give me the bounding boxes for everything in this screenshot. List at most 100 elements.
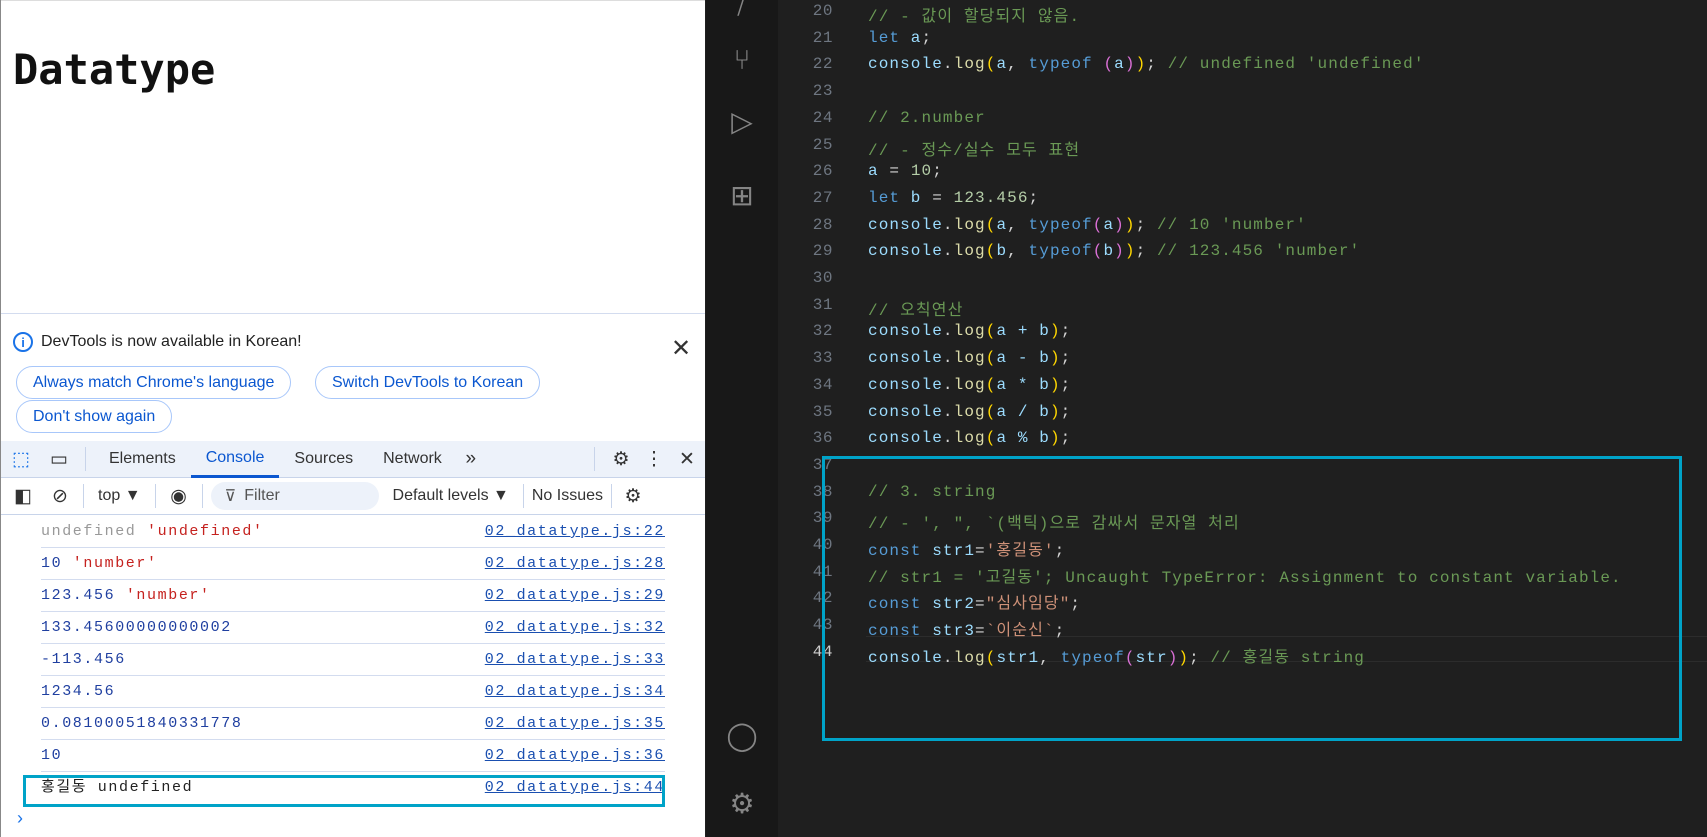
code-token: ( bbox=[1103, 55, 1115, 74]
manage-gear-icon[interactable]: ⚙ bbox=[724, 786, 760, 822]
inspect-element-icon[interactable]: ⬚ bbox=[1, 448, 41, 471]
sidebar-toggle-icon[interactable]: ◧ bbox=[1, 485, 45, 508]
source-link[interactable]: 02_datatype.js:29 bbox=[485, 580, 665, 612]
line-number: 24 bbox=[812, 108, 833, 127]
settings-icon[interactable]: ⚙ bbox=[603, 448, 639, 471]
log-levels-dropdown[interactable]: Default levels ▼ bbox=[393, 487, 509, 505]
code-token: ; bbox=[1060, 349, 1072, 368]
run-debug-icon[interactable]: ▷ bbox=[724, 104, 760, 140]
line-number: 26 bbox=[812, 162, 833, 181]
code-token: console bbox=[868, 402, 943, 421]
console-value: 1234.56 bbox=[41, 683, 116, 700]
console-value: 0.08100051840331778 bbox=[41, 715, 243, 732]
source-link[interactable]: 02_datatype.js:32 bbox=[485, 612, 665, 644]
code-token: ) bbox=[1049, 375, 1061, 394]
code-token: a bbox=[1114, 55, 1125, 74]
code-token: . bbox=[942, 215, 954, 234]
source-control-icon[interactable]: ⑂ bbox=[724, 42, 760, 78]
close-infobar-icon[interactable]: ✕ bbox=[671, 334, 691, 363]
highlight-box bbox=[23, 775, 665, 807]
source-link[interactable]: 02_datatype.js:33 bbox=[485, 644, 665, 676]
code-token: ; bbox=[1135, 215, 1157, 234]
device-toolbar-icon[interactable]: ▭ bbox=[41, 448, 77, 471]
code-token: . bbox=[942, 349, 954, 368]
close-devtools-icon[interactable]: ✕ bbox=[669, 448, 705, 471]
code-token: ; bbox=[921, 28, 933, 47]
code-token: a bbox=[900, 28, 922, 47]
console-value: 10 bbox=[41, 747, 63, 764]
code-token: ; bbox=[1028, 188, 1040, 207]
infobar-message: DevTools is now available in Korean! bbox=[41, 333, 302, 350]
code-token: a bbox=[996, 55, 1008, 74]
tab-network[interactable]: Network bbox=[368, 441, 457, 478]
code-token: log bbox=[953, 349, 986, 368]
code-token: 10 bbox=[910, 162, 933, 181]
line-number: 30 bbox=[812, 269, 833, 287]
filter-input[interactable]: ⊽ Filter bbox=[210, 482, 379, 510]
code-token: ) bbox=[1049, 429, 1061, 448]
code-token: ; bbox=[1060, 322, 1072, 341]
code-token: ( bbox=[985, 215, 997, 234]
clear-console-icon[interactable]: ⊘ bbox=[45, 485, 75, 508]
source-link[interactable]: 02_datatype.js:28 bbox=[485, 548, 665, 580]
account-icon[interactable]: ◯ bbox=[724, 718, 760, 754]
code-token: ( bbox=[1092, 242, 1104, 261]
code-token: ; bbox=[1060, 429, 1072, 448]
line-number: 27 bbox=[812, 188, 833, 207]
info-icon: i bbox=[13, 332, 33, 352]
console-message: 10 02_datatype.js:36 bbox=[41, 740, 665, 772]
tab-console[interactable]: Console bbox=[190, 441, 280, 478]
tab-elements[interactable]: Elements bbox=[94, 441, 191, 478]
source-link[interactable]: 02_datatype.js:22 bbox=[485, 516, 665, 548]
code-token: log bbox=[953, 322, 986, 341]
code-line: console.log(a * b); bbox=[868, 376, 1071, 394]
code-token: typeof bbox=[1028, 55, 1093, 74]
code-token: log bbox=[953, 242, 986, 261]
code-token: a bbox=[868, 162, 879, 181]
source-link[interactable]: 02_datatype.js:34 bbox=[485, 676, 665, 708]
tab-sources[interactable]: Sources bbox=[279, 441, 368, 478]
dont-show-again-button[interactable]: Don't show again bbox=[16, 400, 173, 433]
code-token: b bbox=[1103, 242, 1115, 261]
code-token: a % b bbox=[996, 429, 1050, 448]
line-number: 22 bbox=[812, 55, 833, 74]
code-token: console bbox=[868, 349, 943, 368]
console-settings-icon[interactable]: ⚙ bbox=[620, 485, 646, 508]
code-token: . bbox=[942, 242, 954, 261]
console-prompt[interactable]: › bbox=[17, 808, 23, 829]
code-token: let bbox=[868, 28, 901, 47]
code-token: // 123.456 'number' bbox=[1156, 242, 1361, 261]
always-match-language-button[interactable]: Always match Chrome's language bbox=[16, 366, 292, 399]
code-token: ) bbox=[1114, 215, 1125, 234]
switch-to-korean-button[interactable]: Switch DevTools to Korean bbox=[315, 366, 541, 399]
code-line: console.log(a % b); bbox=[868, 429, 1071, 447]
code-token: a - b bbox=[996, 349, 1050, 368]
code-token: typeof bbox=[1028, 215, 1093, 234]
live-expression-eye-icon[interactable]: ◉ bbox=[164, 485, 194, 508]
code-token: ( bbox=[1092, 215, 1104, 234]
code-token: . bbox=[942, 375, 954, 394]
code-token: ; bbox=[1146, 55, 1168, 74]
code-token: log bbox=[953, 429, 986, 448]
extensions-icon[interactable]: ⊞ bbox=[724, 178, 760, 214]
line-number: 21 bbox=[812, 28, 833, 47]
code-token: // 오칙연산 bbox=[868, 301, 964, 320]
code-token: ) bbox=[1124, 215, 1136, 234]
code-token: // undefined 'undefined' bbox=[1167, 55, 1425, 74]
code-line: let a; bbox=[868, 29, 932, 47]
context-selector[interactable]: top ▼ bbox=[92, 487, 147, 505]
console-message: undefined 'undefined' 02_datatype.js:22 bbox=[41, 516, 665, 548]
source-link[interactable]: 02_datatype.js:36 bbox=[485, 740, 665, 772]
code-token: ; bbox=[1060, 402, 1072, 421]
code-token: ) bbox=[1124, 55, 1136, 74]
more-options-icon[interactable]: ⋮ bbox=[639, 448, 669, 471]
issues-button[interactable]: No Issues bbox=[532, 487, 603, 505]
source-link[interactable]: 02_datatype.js:35 bbox=[485, 708, 665, 740]
explorer-icon[interactable]: ⧸ bbox=[724, 0, 760, 22]
code-token: ) bbox=[1135, 55, 1147, 74]
console-value: 133.45600000000002 bbox=[41, 619, 232, 636]
more-tabs-icon[interactable]: » bbox=[457, 448, 485, 470]
code-token: ) bbox=[1049, 349, 1061, 368]
console-value: 'number' bbox=[62, 555, 158, 572]
